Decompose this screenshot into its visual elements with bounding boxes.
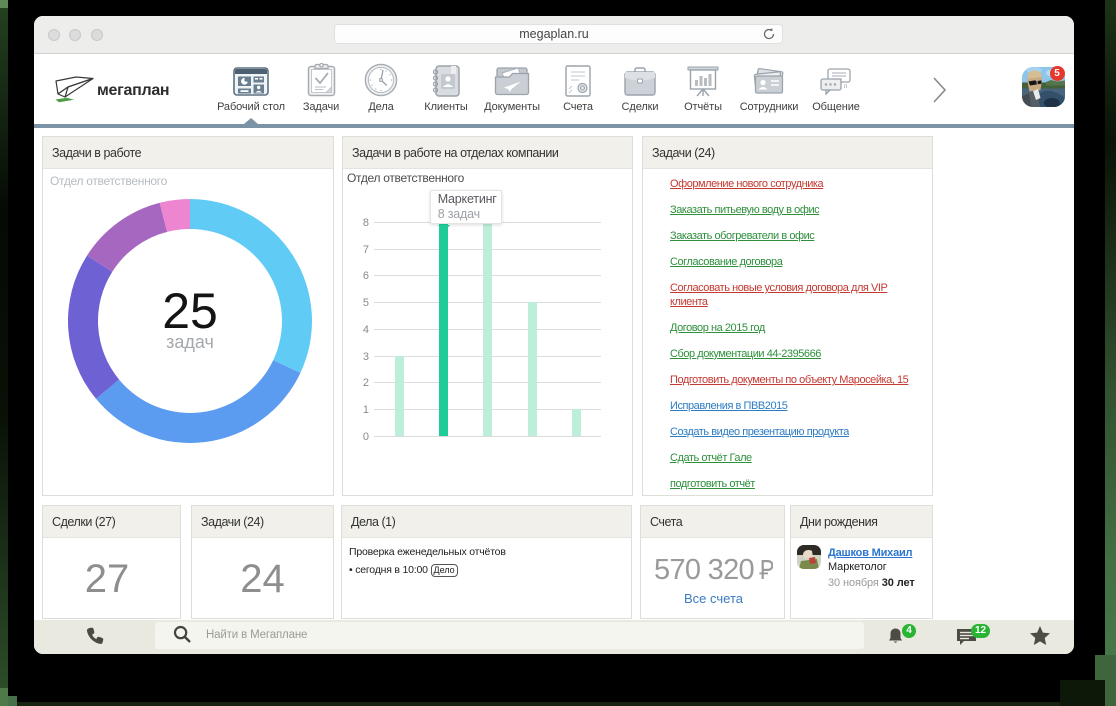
svg-text:п: п bbox=[844, 84, 847, 90]
